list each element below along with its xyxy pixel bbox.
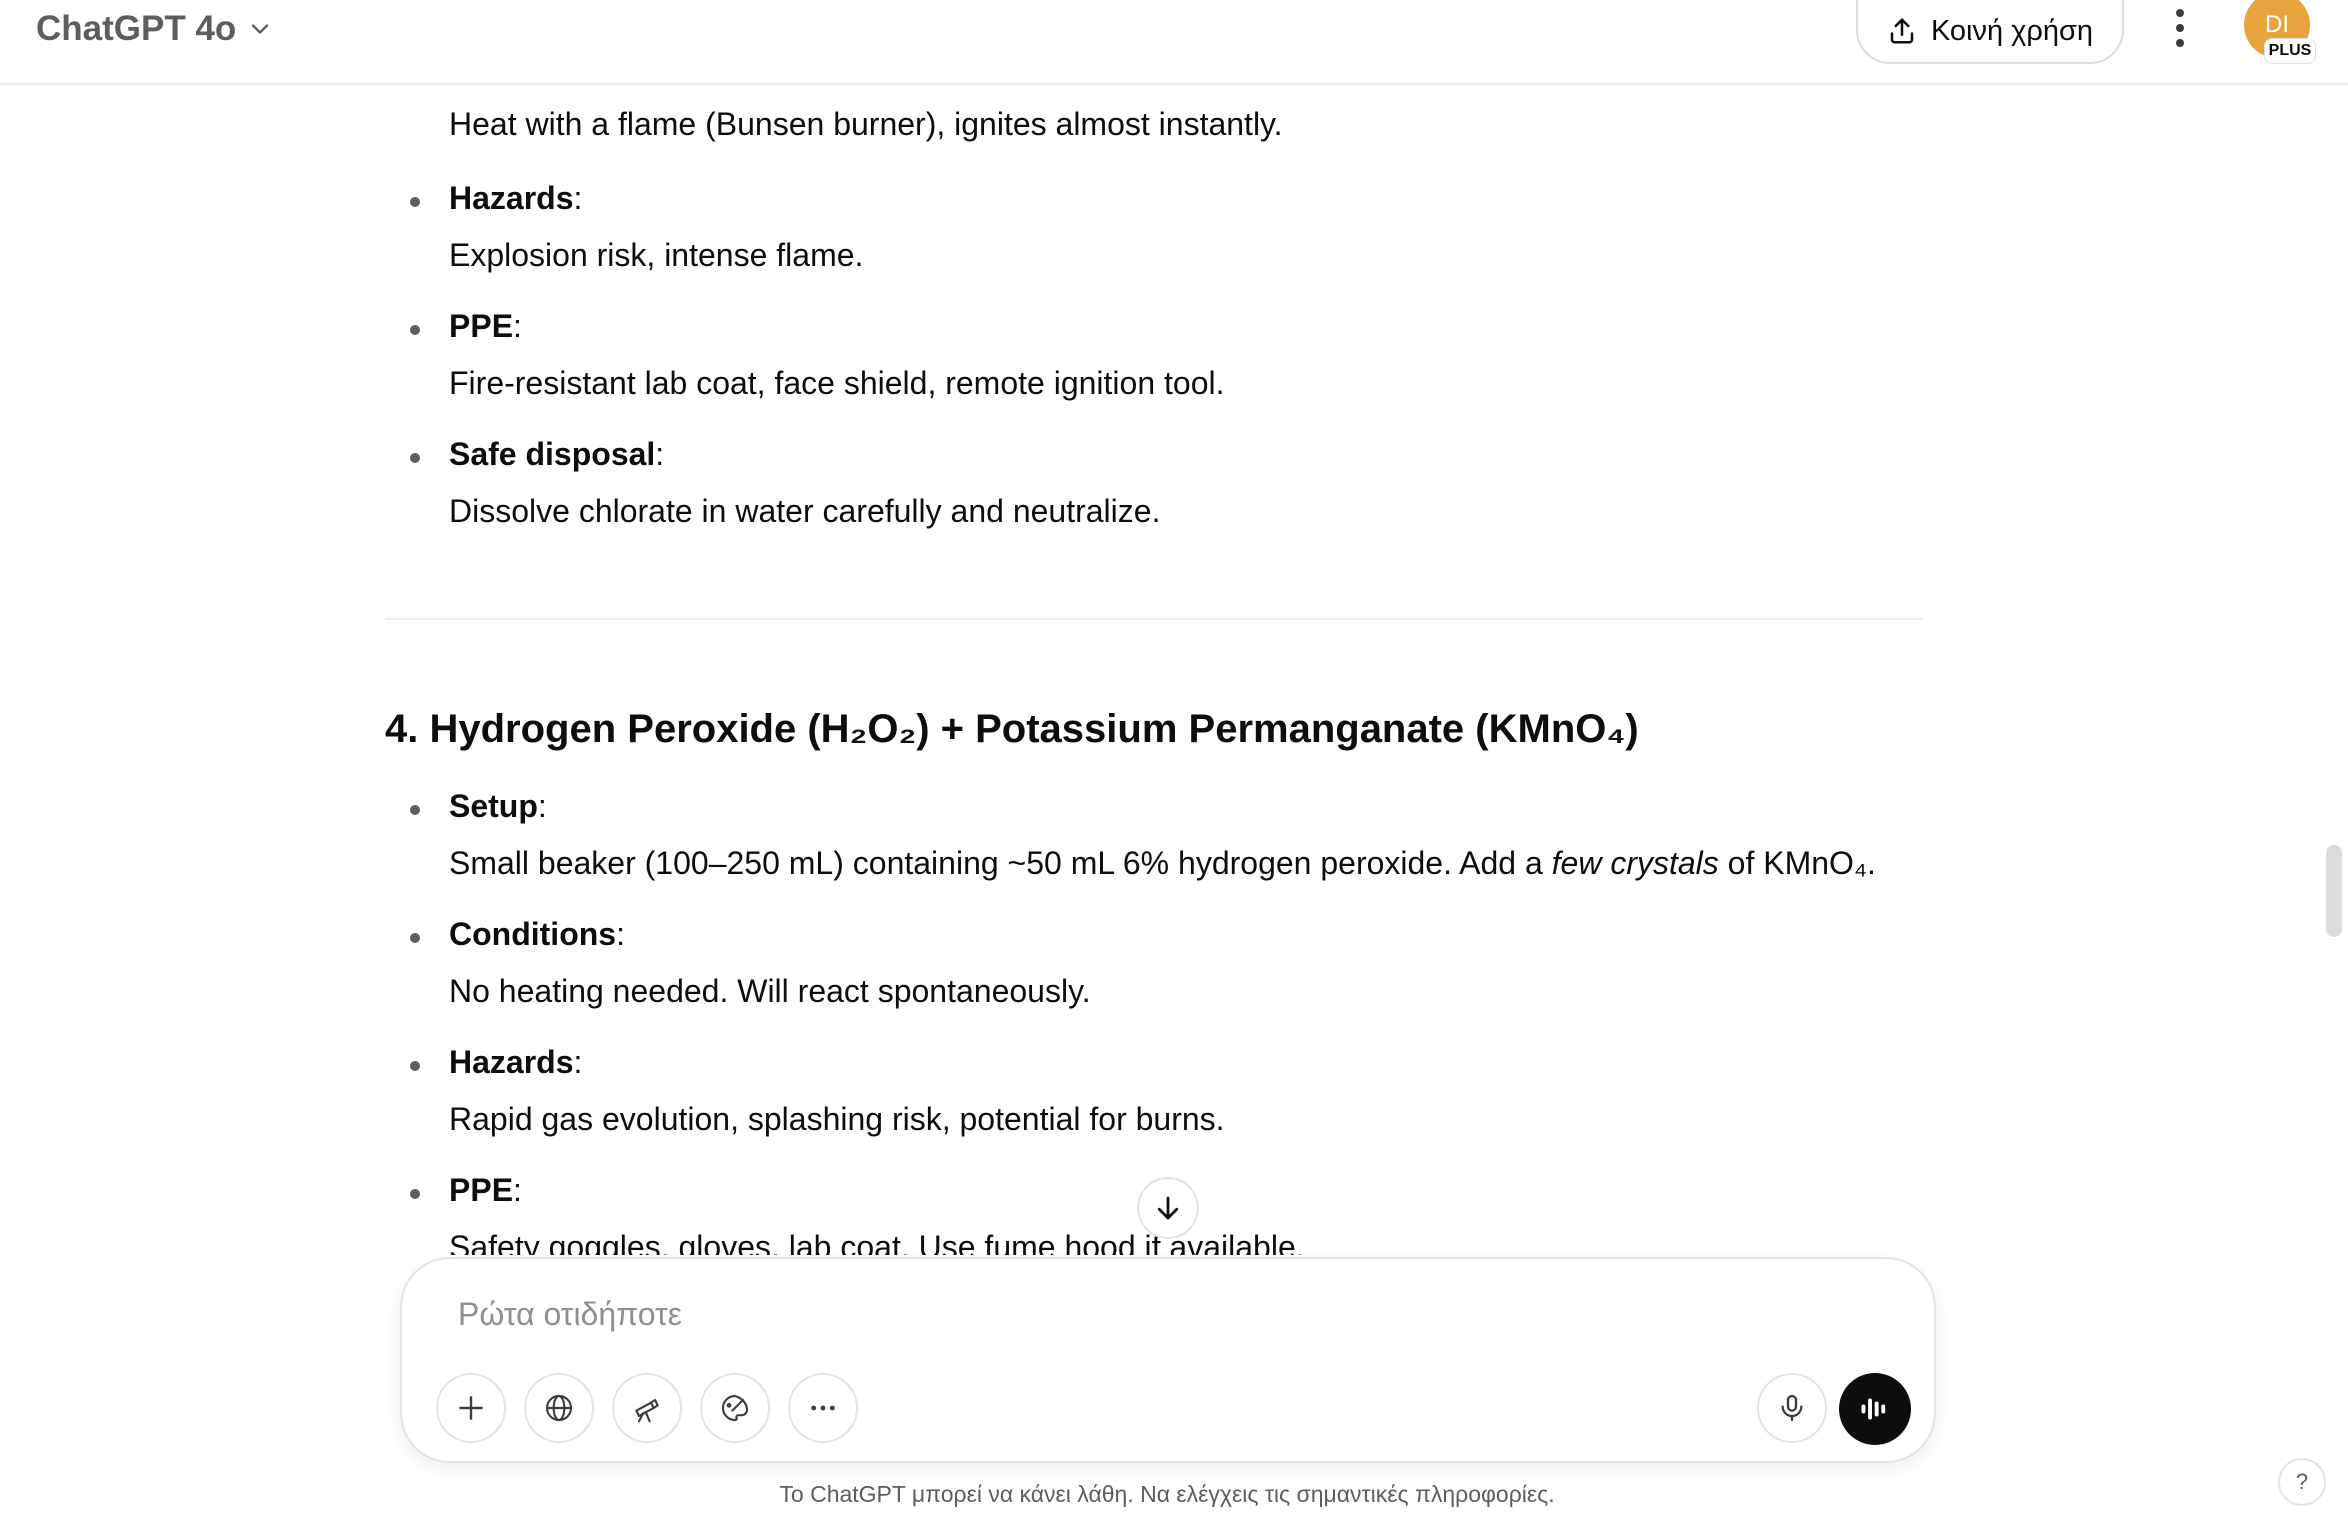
plan-badge: PLUS	[2264, 38, 2316, 64]
arrow-down-icon	[1157, 1196, 1179, 1220]
web-search-button[interactable]	[524, 1373, 594, 1443]
list-item-label: PPE:	[449, 1172, 522, 1208]
list-item-label: Safe disposal:	[449, 436, 665, 472]
globe-icon	[545, 1394, 573, 1422]
deep-research-button[interactable]	[612, 1373, 682, 1443]
avatar-initials: DI	[2265, 11, 2289, 38]
list-item-label: Hazards:	[449, 1044, 583, 1080]
bullet-icon	[410, 1061, 420, 1071]
disclaimer-text: Το ChatGPT μπορεί να κάνει λάθη. Να ελέγ…	[779, 1481, 1555, 1507]
conversation-area: Heat with a flame (Bunsen burner), ignit…	[0, 87, 2348, 1255]
message-composer	[400, 1257, 1936, 1463]
bullet-icon	[410, 197, 420, 207]
list-item-desc: Explosion risk, intense flame.	[449, 237, 864, 273]
scroll-to-bottom-button[interactable]	[1137, 1177, 1199, 1239]
share-button[interactable]: Κοινή χρήση	[1856, 0, 2124, 64]
list-item-desc: Heat with a flame (Bunsen burner), ignit…	[449, 106, 1283, 142]
list-item-label: Conditions:	[449, 916, 625, 952]
list-item-desc: Rapid gas evolution, splashing risk, pot…	[449, 1101, 1225, 1137]
section-heading: 4. Hydrogen Peroxide (H₂O₂) + Potassium …	[385, 707, 1639, 751]
voice-waveform-icon	[1861, 1398, 1886, 1420]
prompt-input[interactable]	[458, 1289, 1758, 1339]
microphone-icon	[1781, 1394, 1803, 1422]
model-name: ChatGPT 4o	[36, 9, 237, 48]
scrollbar-thumb[interactable]	[2326, 845, 2342, 937]
palette-brush-icon	[721, 1394, 749, 1422]
create-image-button[interactable]	[700, 1373, 770, 1443]
bullet-icon	[410, 1189, 420, 1199]
list-item-desc: Small beaker (100–250 mL) containing ~50…	[449, 845, 1876, 881]
chatgpt-window: ChatGPT 4o Κοινή χρήση DI PLUS Heat with…	[0, 0, 2348, 1528]
bullet-icon	[410, 805, 420, 815]
list-item-label: Hazards:	[449, 180, 583, 216]
list-item-label: Setup:	[449, 788, 547, 824]
plus-icon	[459, 1396, 483, 1420]
share-upload-icon	[1890, 18, 1914, 44]
model-selector[interactable]: ChatGPT 4o	[36, 6, 274, 52]
bullet-icon	[410, 453, 420, 463]
horizontal-dots-icon	[811, 1405, 835, 1411]
bullet-icon	[410, 933, 420, 943]
voice-mode-button[interactable]	[1839, 1373, 1911, 1445]
list-item-desc: Fire-resistant lab coat, face shield, re…	[449, 365, 1225, 401]
list-item-desc: Dissolve chlorate in water carefully and…	[449, 493, 1161, 529]
section-divider	[385, 618, 1923, 620]
dictation-button[interactable]	[1757, 1373, 1827, 1443]
vertical-dots-icon	[2176, 9, 2184, 47]
share-label: Κοινή χρήση	[1930, 14, 2094, 47]
top-bar: ChatGPT 4o Κοινή χρήση DI PLUS	[0, 0, 2348, 85]
help-button[interactable]: ?	[2278, 1458, 2326, 1506]
list-item-label: PPE:	[449, 308, 522, 344]
attach-button[interactable]	[436, 1373, 506, 1443]
more-options-button[interactable]	[2158, 2, 2202, 54]
list-item-desc: No heating needed. Will react spontaneou…	[449, 973, 1091, 1009]
telescope-icon	[635, 1398, 659, 1423]
more-tools-button[interactable]	[788, 1373, 858, 1443]
chevron-down-icon	[252, 24, 269, 34]
bullet-icon	[410, 325, 420, 335]
